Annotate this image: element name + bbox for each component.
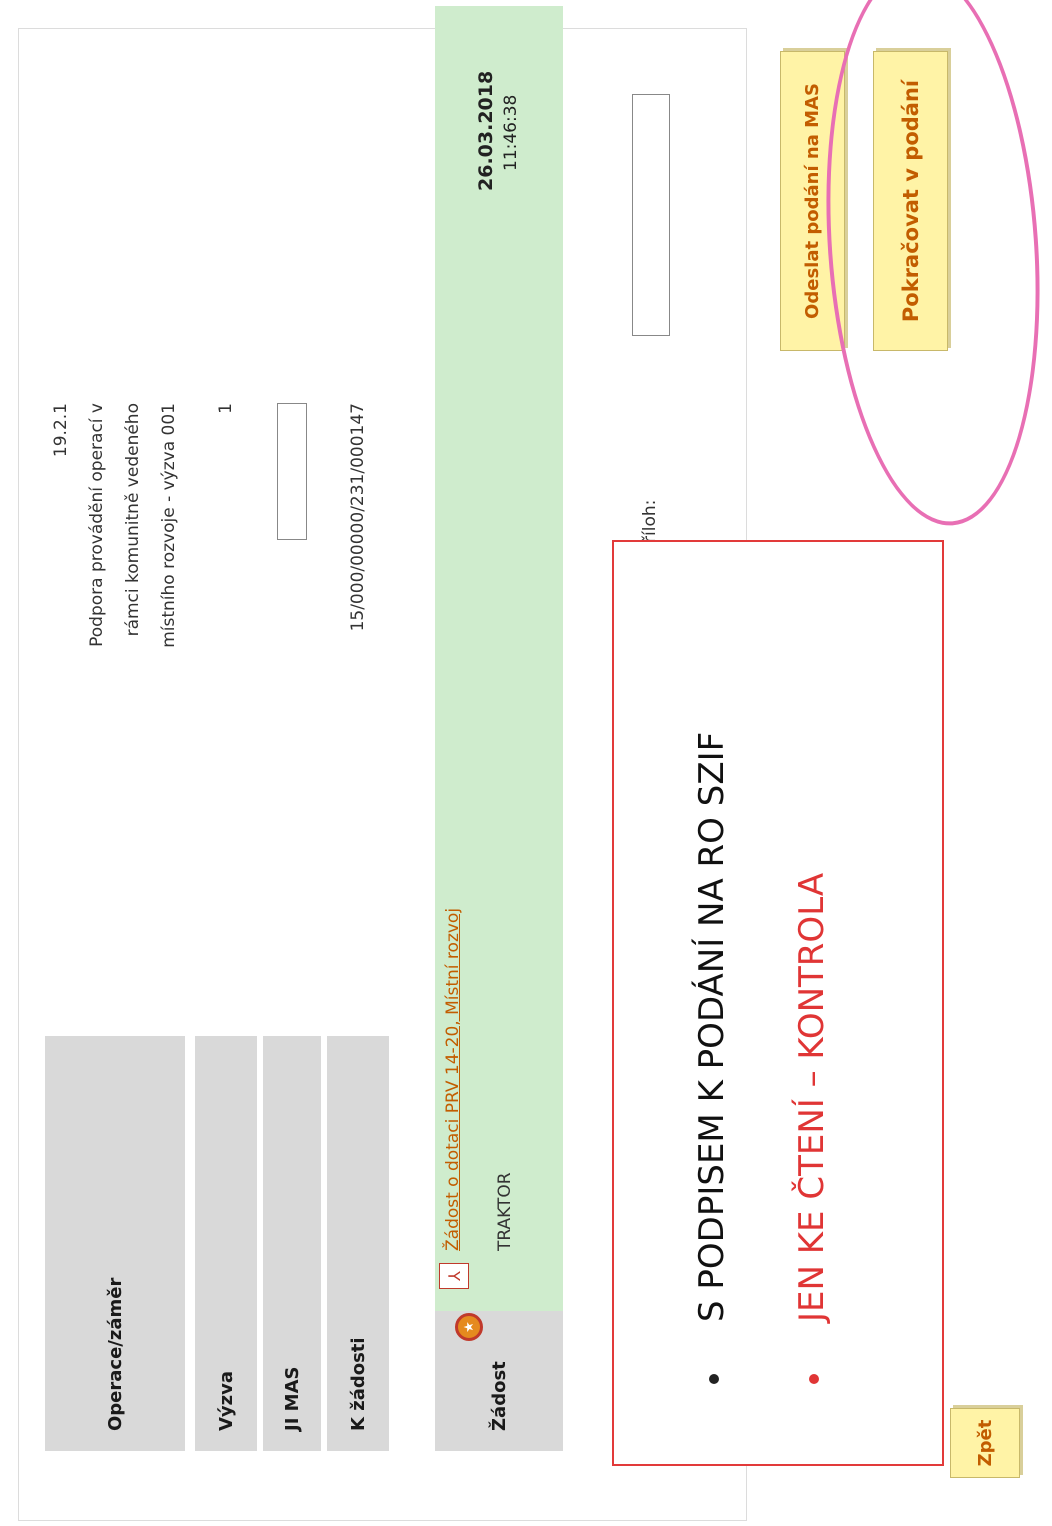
row-vyzva: Výzva 1 bbox=[195, 391, 257, 1451]
rotated-page: Operace/záměr 19.2.1 Podpora provádění o… bbox=[0, 0, 1052, 1526]
note-line: JEN KE ČTENÍ – KONTROLA bbox=[792, 873, 832, 1384]
row-label: JI MAS bbox=[263, 1036, 321, 1451]
row-label: Výzva bbox=[195, 1036, 257, 1451]
row-ji-mas: JI MAS bbox=[263, 391, 321, 1451]
note-text: S PODPISEM K PODÁNÍ NA RO SZIF bbox=[692, 731, 732, 1322]
document-time: 11:46:38 bbox=[501, 94, 521, 171]
ji-mas-field[interactable] bbox=[277, 403, 307, 540]
operace-line: rámci komunitně vedeného bbox=[123, 403, 143, 637]
highlight-circle bbox=[808, 0, 1052, 533]
overlay-note: S PODPISEM K PODÁNÍ NA RO SZIF JEN KE ČT… bbox=[612, 540, 944, 1466]
document-name: TRAKTOR bbox=[495, 1172, 515, 1251]
row-label: K žádosti bbox=[327, 1036, 389, 1451]
row-value: 15/000/00000/231/000147 bbox=[327, 391, 389, 1036]
bullet-dot-icon bbox=[708, 1374, 719, 1384]
attachments-input[interactable] bbox=[632, 94, 670, 336]
row-value: 19.2.1 Podpora provádění operací v rámci… bbox=[45, 391, 185, 1036]
operace-code: 19.2.1 bbox=[51, 403, 71, 458]
document-link[interactable]: Žádost o dotaci PRV 14-20, Místní rozvoj bbox=[443, 908, 463, 1251]
document-label: Žádost bbox=[435, 1311, 563, 1451]
certificate-badge-icon: ★ bbox=[455, 1313, 483, 1341]
back-button[interactable]: Zpět bbox=[950, 1408, 1020, 1478]
document-row: Žádost ★ ⅄ Žádost o dotaci PRV 14-20, Mí… bbox=[435, 6, 563, 1451]
row-label: Operace/záměr bbox=[45, 1036, 185, 1451]
row-k-zadosti: K žádosti 15/000/00000/231/000147 bbox=[327, 391, 389, 1451]
note-text: JEN KE ČTENÍ – KONTROLA bbox=[792, 872, 832, 1322]
bullet-dot-icon bbox=[808, 1374, 819, 1384]
operace-line: Podpora provádění operací v bbox=[87, 403, 107, 647]
document-date: 26.03.2018 bbox=[475, 70, 497, 191]
pdf-icon[interactable]: ⅄ bbox=[439, 1263, 469, 1289]
operace-line: místního rozvoje - výzva 001 bbox=[159, 403, 179, 648]
note-line: S PODPISEM K PODÁNÍ NA RO SZIF bbox=[692, 732, 732, 1384]
row-value bbox=[263, 391, 321, 1036]
row-operace: Operace/záměr 19.2.1 Podpora provádění o… bbox=[45, 391, 185, 1451]
row-value: 1 bbox=[195, 391, 257, 1036]
